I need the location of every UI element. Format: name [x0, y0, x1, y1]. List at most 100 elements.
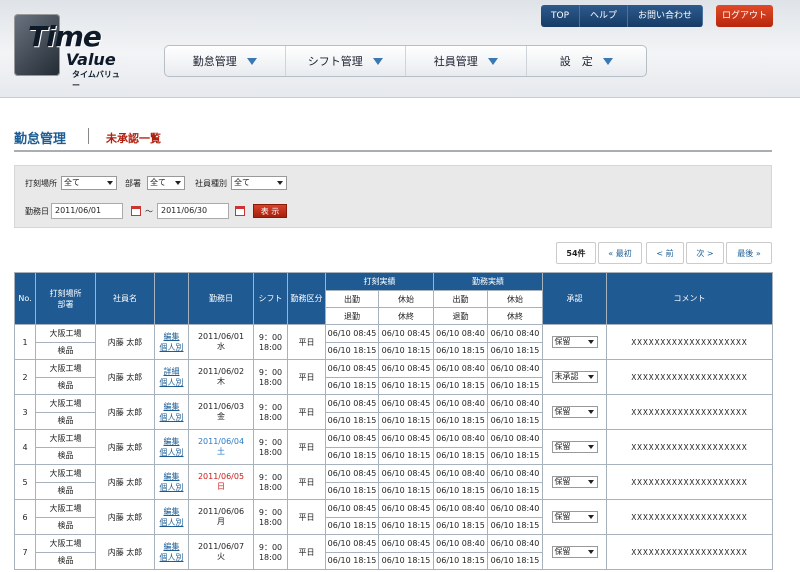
calendar-icon[interactable]	[131, 206, 141, 216]
top-nav-contact[interactable]: お問い合わせ	[628, 5, 704, 27]
shift-end: 18:00	[258, 553, 283, 562]
cell-actual-break-end: 06/10 18:15	[378, 341, 434, 360]
cell-shift: 9：00 18:00	[253, 429, 288, 465]
shift-end: 18:00	[258, 483, 283, 492]
cell-dept: 検品	[35, 376, 96, 395]
top-nav-help[interactable]: ヘルプ	[580, 5, 629, 27]
cell-comment: XXXXXXXXXXXXXXXXXXXX	[606, 429, 773, 465]
pager-last[interactable]: 最後 »	[726, 242, 772, 264]
pager-first[interactable]: « 最初	[598, 242, 642, 264]
location-label: 打刻場所	[25, 179, 57, 188]
edit-link[interactable]: 編集	[156, 541, 188, 552]
show-button[interactable]: 表 示	[253, 204, 287, 218]
cell-actual-in: 06/10 08:45	[325, 534, 379, 553]
dept-select[interactable]: 全て	[147, 176, 185, 190]
cell-work-break-end: 06/10 18:15	[487, 551, 543, 570]
shift-end: 18:00	[258, 413, 283, 422]
date-to-input[interactable]: 2011/06/30	[157, 203, 229, 219]
shift-start: 9：00	[258, 473, 283, 482]
emptype-label: 社員種別	[195, 179, 227, 188]
edit-link[interactable]: 詳細	[156, 366, 188, 377]
main-nav-employee[interactable]: 社員管理	[406, 46, 527, 76]
cell-location: 大阪工場	[35, 394, 96, 413]
individual-link[interactable]: 個人別	[156, 412, 188, 423]
individual-link[interactable]: 個人別	[156, 447, 188, 458]
table-row: 1 大阪工場 内藤 太郎 編集 個人別 2011/06/01 水 9：00 18:00 平日 06/…	[14, 324, 773, 360]
cell-no: 2	[14, 359, 36, 395]
location-select[interactable]: 全て	[61, 176, 117, 190]
cell-links: 詳細 個人別	[154, 359, 189, 395]
approval-select[interactable]: 保留	[551, 476, 598, 488]
calendar-icon[interactable]	[235, 206, 245, 216]
header-actual-break-end: 休終	[378, 307, 434, 325]
emptype-select[interactable]: 全て	[231, 176, 287, 190]
date-value: 2011/06/03	[197, 402, 245, 411]
cell-no: 6	[14, 499, 36, 535]
cell-shift: 9：00 18:00	[253, 359, 288, 395]
cell-kind: 平日	[287, 394, 326, 430]
cell-comment: XXXXXXXXXXXXXXXXXXXX	[606, 534, 773, 570]
date-value: 2011/06/07	[197, 542, 245, 551]
edit-link[interactable]: 編集	[156, 506, 188, 517]
table-row: 7 大阪工場 内藤 太郎 編集 個人別 2011/06/07 火 9：00 18:00 平日 06/…	[14, 534, 773, 570]
cell-actual-break-end: 06/10 18:15	[378, 551, 434, 570]
cell-kind: 平日	[287, 429, 326, 465]
cell-work-out: 06/10 18:15	[433, 516, 488, 535]
pager-next[interactable]: 次 >	[686, 242, 724, 264]
individual-link[interactable]: 個人別	[156, 552, 188, 563]
individual-link[interactable]: 個人別	[156, 342, 188, 353]
cell-work-out: 06/10 18:15	[433, 341, 488, 360]
top-nav: TOP ヘルプ お問い合わせ	[541, 5, 704, 27]
edit-link[interactable]: 編集	[156, 331, 188, 342]
main-nav-shift[interactable]: シフト管理	[286, 46, 406, 76]
cell-work-out: 06/10 18:15	[433, 446, 488, 465]
date-label: 勤務日	[25, 207, 49, 216]
cell-actual-break-start: 06/10 08:45	[378, 394, 434, 413]
cell-location: 大阪工場	[35, 464, 96, 483]
header: Time Value タイムバリュー TOP ヘルプ お問い合わせ ログアウト …	[0, 0, 800, 98]
cell-actual-in: 06/10 08:45	[325, 464, 379, 483]
edit-link[interactable]: 編集	[156, 401, 188, 412]
approval-select[interactable]: 保留	[551, 546, 598, 558]
cell-shift: 9：00 18:00	[253, 534, 288, 570]
approval-select[interactable]: 保留	[551, 511, 598, 523]
cell-actual-break-end: 06/10 18:15	[378, 446, 434, 465]
cell-shift: 9：00 18:00	[253, 464, 288, 500]
cell-name: 内藤 太郎	[95, 324, 155, 360]
dept-label: 部署	[125, 179, 141, 188]
main-nav-attendance[interactable]: 勤怠管理	[165, 46, 286, 76]
cell-actual-out: 06/10 18:15	[325, 341, 379, 360]
approval-select[interactable]: 保留	[551, 406, 598, 418]
cell-kind: 平日	[287, 324, 326, 360]
cell-actual-break-end: 06/10 18:15	[378, 481, 434, 500]
cell-work-in: 06/10 08:40	[433, 499, 488, 518]
header-location: 打刻場所 部署	[35, 272, 96, 325]
cell-work-break-end: 06/10 18:15	[487, 376, 543, 395]
individual-link[interactable]: 個人別	[156, 517, 188, 528]
pager: 54件 « 最初 < 前 次 > 最後 »	[0, 242, 800, 264]
cell-kind: 平日	[287, 464, 326, 500]
approval-select[interactable]: 未承認	[551, 371, 598, 383]
individual-link[interactable]: 個人別	[156, 377, 188, 388]
date-value: 2011/06/05	[197, 472, 245, 481]
logo[interactable]: Time Value タイムバリュー	[14, 14, 126, 90]
cell-approval: 保留	[542, 499, 607, 535]
main-nav-settings[interactable]: 設 定	[527, 46, 647, 76]
top-nav-top[interactable]: TOP	[541, 5, 581, 27]
pager-prev[interactable]: < 前	[646, 242, 684, 264]
cell-shift: 9：00 18:00	[253, 394, 288, 430]
day-of-week: 土	[217, 447, 225, 456]
edit-link[interactable]: 編集	[156, 471, 188, 482]
individual-link[interactable]: 個人別	[156, 482, 188, 493]
approval-select[interactable]: 保留	[551, 441, 598, 453]
cell-work-break-start: 06/10 08:40	[487, 499, 543, 518]
cell-actual-in: 06/10 08:45	[325, 499, 379, 518]
approval-select[interactable]: 保留	[551, 336, 598, 348]
triangle-down-icon	[602, 57, 613, 65]
cell-dept: 検品	[35, 516, 96, 535]
triangle-down-icon	[246, 57, 257, 65]
shift-start: 9：00	[258, 403, 283, 412]
logout-button[interactable]: ログアウト	[716, 5, 773, 27]
date-from-input[interactable]: 2011/06/01	[51, 203, 123, 219]
edit-link[interactable]: 編集	[156, 436, 188, 447]
